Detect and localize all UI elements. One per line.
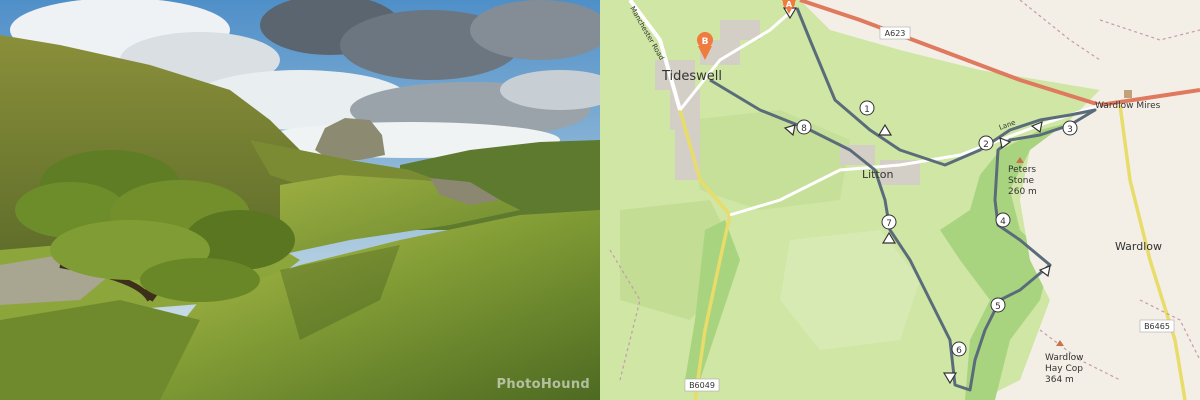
svg-text:8: 8	[801, 124, 807, 134]
label-wardlow-hay-cop-elev: 364 m	[1045, 375, 1074, 385]
waypoint-4[interactable]: 4	[995, 212, 1011, 228]
svg-text:A: A	[786, 0, 793, 9]
label-a623: A623	[885, 29, 906, 38]
label-peters-stone-elev: 260 m	[1008, 187, 1037, 197]
label-litton: Litton	[862, 168, 894, 181]
svg-text:3: 3	[1067, 125, 1073, 135]
label-peters-stone-2: Stone	[1008, 176, 1034, 186]
label-wardlow-mires: Wardlow Mires	[1095, 101, 1161, 111]
photo-watermark: PhotoHound	[496, 377, 590, 392]
waypoint-2[interactable]: 2	[978, 135, 994, 151]
svg-text:B: B	[702, 37, 709, 47]
label-b6049: B6049	[689, 381, 715, 390]
label-tideswell: Tideswell	[661, 69, 722, 84]
waypoint-7[interactable]: 7	[881, 214, 897, 230]
svg-text:5: 5	[995, 302, 1001, 312]
route-map[interactable]: 1 2 3 4 5 6 7 8 A B Tideswell Litton War…	[600, 0, 1200, 400]
svg-text:2: 2	[983, 140, 989, 150]
waypoint-1[interactable]: 1	[859, 100, 875, 116]
waypoint-3[interactable]: 3	[1062, 120, 1078, 136]
label-wardlow: Wardlow	[1115, 240, 1162, 253]
waypoint-8[interactable]: 8	[796, 119, 812, 135]
wardlow-mires-poi-icon	[1124, 90, 1132, 98]
svg-text:6: 6	[956, 346, 962, 356]
label-wardlow-hay-cop: Wardlow	[1045, 353, 1083, 363]
waypoint-5[interactable]: 5	[990, 297, 1006, 313]
landscape-illustration	[0, 0, 600, 400]
waypoint-6[interactable]: 6	[951, 341, 967, 357]
svg-text:4: 4	[1000, 217, 1006, 227]
label-peters-stone: Peters	[1008, 165, 1036, 175]
screenshot: PhotoHound 1 2 3 4 5 6 7 8 A B Tideswell…	[0, 0, 1200, 400]
landscape-photo: PhotoHound	[0, 0, 600, 400]
svg-text:7: 7	[886, 219, 892, 229]
map-canvas[interactable]: 1 2 3 4 5 6 7 8 A B Tideswell Litton War…	[600, 0, 1200, 400]
label-b6465: B6465	[1144, 322, 1170, 331]
svg-text:1: 1	[864, 105, 870, 115]
label-wardlow-hay-cop-2: Hay Cop	[1045, 364, 1083, 374]
